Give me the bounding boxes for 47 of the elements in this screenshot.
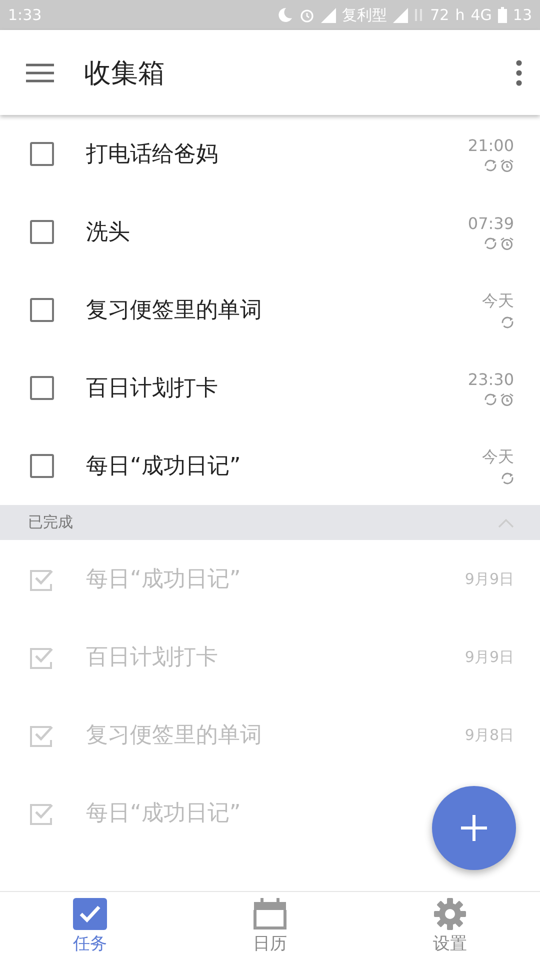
gear-icon — [433, 898, 467, 930]
task-title: 打电话给爸妈 — [86, 141, 219, 169]
nav-tab[interactable]: 日历 — [180, 892, 360, 960]
battery-icon — [498, 7, 507, 23]
task-title: 百日计划打卡 — [86, 644, 219, 672]
due-time: 21:00 — [468, 136, 514, 154]
due-time: 今天 — [482, 447, 514, 468]
checkbox[interactable] — [30, 142, 54, 166]
section-header[interactable]: 已完成 — [0, 505, 540, 540]
completed-date: 9月9日 — [464, 648, 514, 666]
task-title: 复习便签里的单词 — [86, 297, 263, 325]
more-button[interactable] — [516, 60, 522, 86]
calendar-icon — [253, 898, 287, 930]
nav-tab[interactable]: 任务 — [0, 892, 180, 960]
menu-icon — [26, 62, 54, 82]
alarm-icon — [299, 7, 316, 23]
add-button[interactable] — [432, 786, 516, 870]
section-label: 已完成 — [28, 513, 74, 532]
checkbox-icon — [73, 898, 107, 930]
nav-tab[interactable]: 设置 — [360, 892, 540, 960]
moon-icon — [277, 7, 294, 23]
completed-date: 9月8日 — [464, 726, 514, 744]
due-time: 今天 — [482, 291, 514, 312]
task-title: 每日“成功日记” — [86, 566, 242, 594]
page-title: 收集箱 — [84, 56, 166, 90]
completed-date: 9月9日 — [464, 570, 514, 588]
checkbox[interactable] — [30, 298, 54, 322]
checkbox[interactable] — [30, 454, 54, 478]
chevron-up-icon — [498, 518, 514, 528]
more-icon — [516, 60, 522, 86]
task-title: 百日计划打卡 — [86, 375, 219, 403]
due-time: 07:39 — [468, 214, 514, 232]
task-title: 复习便签里的单词 — [86, 722, 263, 750]
menu-button[interactable] — [26, 62, 54, 82]
signal-icon — [321, 8, 336, 22]
checkbox[interactable] — [30, 376, 54, 400]
checkbox[interactable] — [30, 723, 54, 747]
signal-icon — [393, 8, 408, 22]
checkbox[interactable] — [30, 567, 54, 591]
task-title: 每日“成功日记” — [86, 800, 242, 828]
checkbox[interactable] — [30, 645, 54, 669]
task-title: 洗头 — [86, 219, 131, 247]
checkbox[interactable] — [30, 220, 54, 244]
due-time: 23:30 — [468, 370, 514, 388]
task-title: 每日“成功日记” — [86, 453, 242, 481]
plus-icon — [461, 815, 487, 841]
checkbox[interactable] — [30, 801, 54, 825]
